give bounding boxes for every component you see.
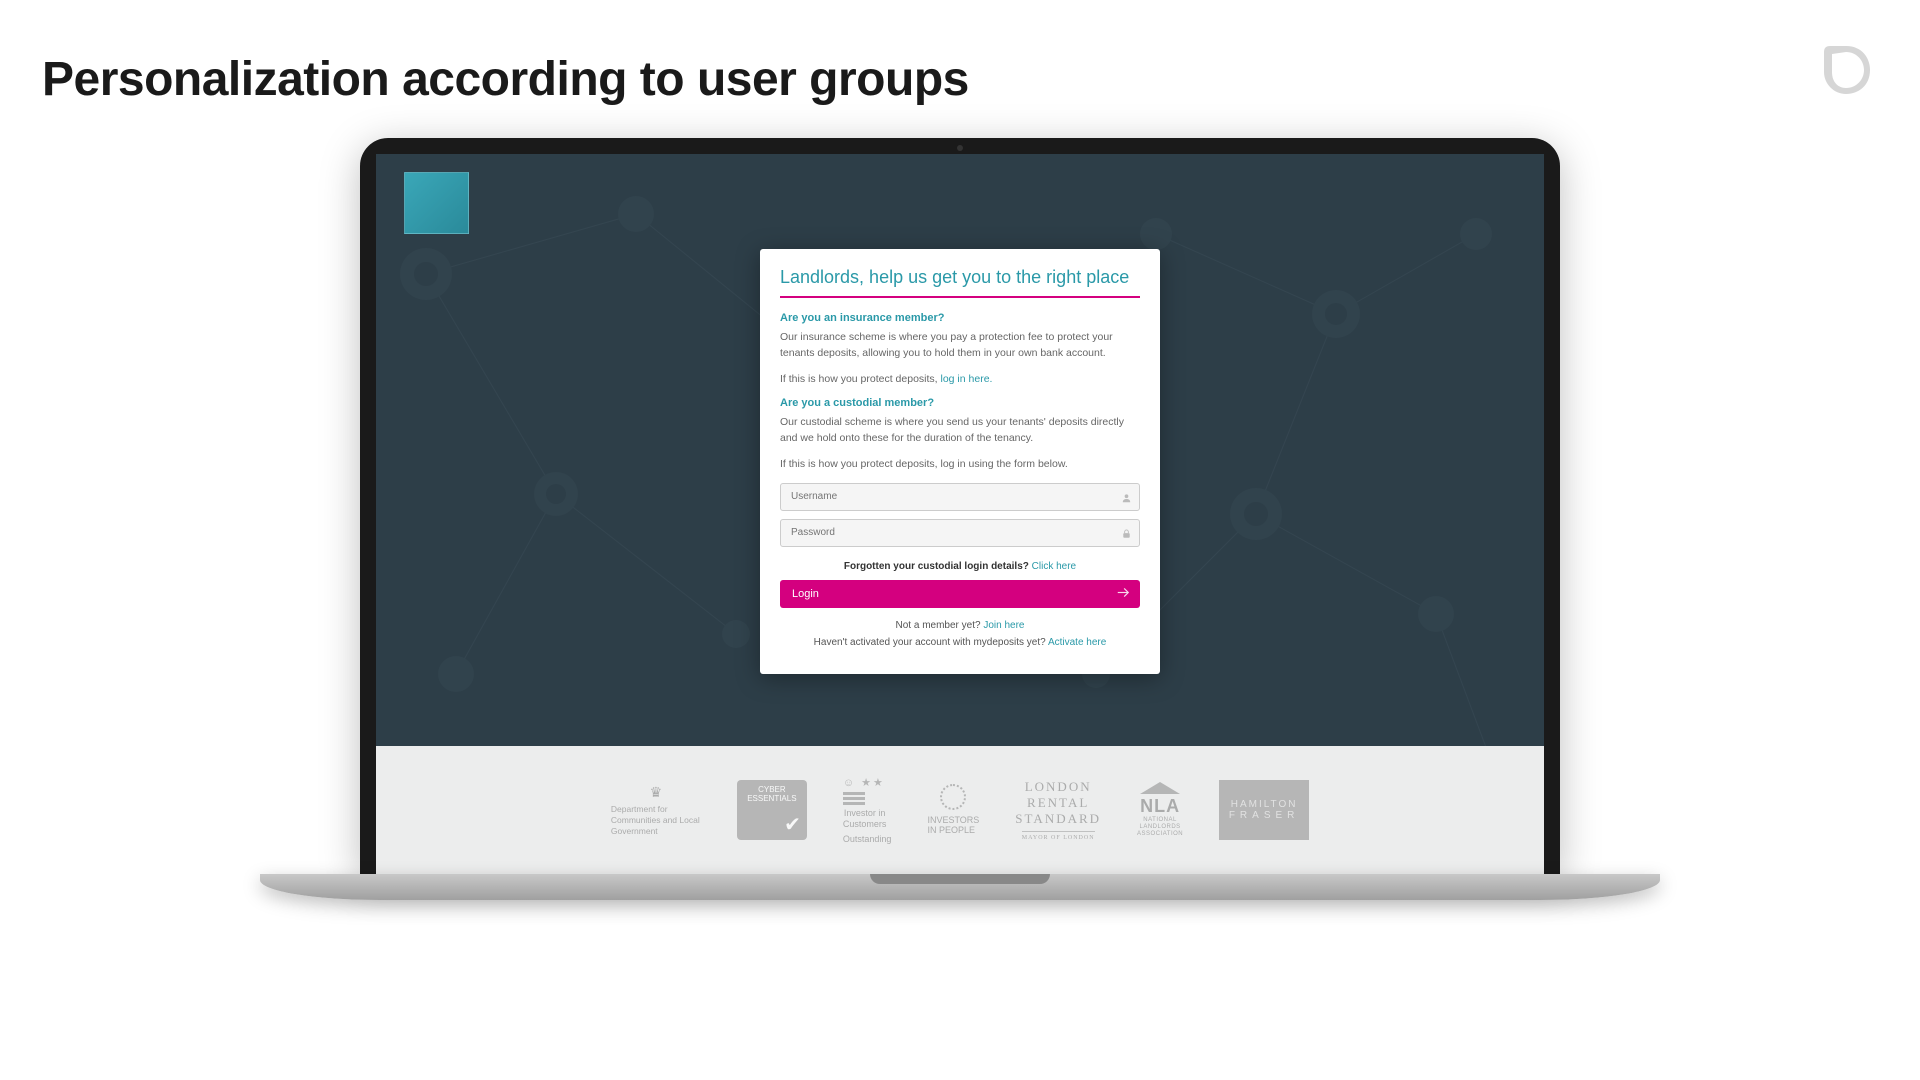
hf-1: HAMILTON <box>1231 799 1298 810</box>
app-screen: Landlords, help us get you to the right … <box>376 154 1544 874</box>
lrs-sub: MAYOR OF LONDON <box>1022 831 1095 841</box>
login-card: Landlords, help us get you to the right … <box>760 249 1160 674</box>
activate-row: Haven't activated your account with myde… <box>780 637 1140 648</box>
lock-icon <box>1121 528 1132 542</box>
nla-s2: LANDLORDS <box>1139 824 1180 831</box>
partner-investors-in-people: INVESTORS IN PEOPLE <box>927 784 979 836</box>
crest-icon: ♛ <box>650 783 663 801</box>
laptop-mockup: Landlords, help us get you to the right … <box>360 138 1560 900</box>
not-member-label: Not a member yet? <box>896 620 981 631</box>
custodial-description: Our custodial scheme is where you send u… <box>780 415 1140 447</box>
lrs-1: LONDON <box>1025 779 1092 795</box>
brand-logo[interactable] <box>404 172 469 234</box>
user-icon <box>1121 492 1132 506</box>
activate-label: Haven't activated your account with myde… <box>814 637 1046 648</box>
laptop-notch <box>870 874 1050 884</box>
login-button[interactable]: Login <box>780 580 1140 608</box>
partner-footer: ♛ Department for Communities and Local G… <box>376 746 1544 874</box>
laurel-icon <box>940 784 966 810</box>
stars-icon: ☺ ★★ <box>843 776 885 789</box>
lrs-3: STANDARD <box>1015 811 1101 827</box>
login-button-label: Login <box>792 588 819 600</box>
partner-london-rental-standard: LONDON RENTAL STANDARD MAYOR OF LONDON <box>1015 779 1101 841</box>
partner-dclg: ♛ Department for Communities and Local G… <box>611 783 701 837</box>
laptop-base <box>260 874 1660 900</box>
roof-icon <box>1140 782 1180 794</box>
leaf-logo-icon <box>1816 40 1876 100</box>
iic-sub: Outstanding <box>843 834 892 844</box>
cyber-essentials-label: CYBER ESSENTIALS <box>743 786 801 804</box>
camera-icon <box>957 145 963 151</box>
partner-investor-in-customers: ☺ ★★ Investor in Customers Outstanding <box>843 776 892 844</box>
forgot-login-link[interactable]: Click here <box>1032 561 1076 572</box>
not-member-row: Not a member yet? Join here <box>780 620 1140 631</box>
join-link[interactable]: Join here <box>983 620 1024 631</box>
nla-big: NLA <box>1140 796 1180 817</box>
nla-s1: NATIONAL <box>1143 817 1177 824</box>
partner-nla: NLA NATIONAL LANDLORDS ASSOCIATION <box>1137 782 1183 839</box>
insurance-login-prompt: If this is how you protect deposits, log… <box>780 372 1140 388</box>
slide-title: Personalization according to user groups <box>42 52 969 107</box>
password-input[interactable] <box>780 519 1140 547</box>
iic-line2: Customers <box>843 819 887 830</box>
partner-hamilton-fraser: HAMILTON FRASER <box>1219 780 1309 840</box>
forgot-label: Forgotten your custodial login details? <box>844 561 1029 572</box>
username-input[interactable] <box>780 483 1140 511</box>
iip-line2: IN PEOPLE <box>927 826 979 836</box>
lrs-2: RENTAL <box>1027 795 1089 811</box>
custodial-login-prompt: If this is how you protect deposits, log… <box>780 457 1140 473</box>
nla-s3: ASSOCIATION <box>1137 831 1183 838</box>
login-arrow-icon <box>1116 585 1130 602</box>
partner-cyber-essentials: CYBER ESSENTIALS ✔ <box>737 780 807 840</box>
iic-line1: Investor in <box>843 808 887 819</box>
custodial-member-heading: Are you a custodial member? <box>780 397 1140 409</box>
hf-2: FRASER <box>1229 810 1300 821</box>
partner-dclg-label: Department for Communities and Local Gov… <box>611 804 701 837</box>
insurance-prompt-text: If this is how you protect deposits, <box>780 373 941 385</box>
insurance-member-heading: Are you an insurance member? <box>780 312 1140 324</box>
insurance-login-link[interactable]: log in here. <box>941 373 993 385</box>
checkmark-icon: ✔ <box>784 814 801 836</box>
forgot-login-row: Forgotten your custodial login details? … <box>780 561 1140 572</box>
insurance-description: Our insurance scheme is where you pay a … <box>780 330 1140 362</box>
activate-link[interactable]: Activate here <box>1048 637 1106 648</box>
card-title: Landlords, help us get you to the right … <box>780 267 1140 298</box>
